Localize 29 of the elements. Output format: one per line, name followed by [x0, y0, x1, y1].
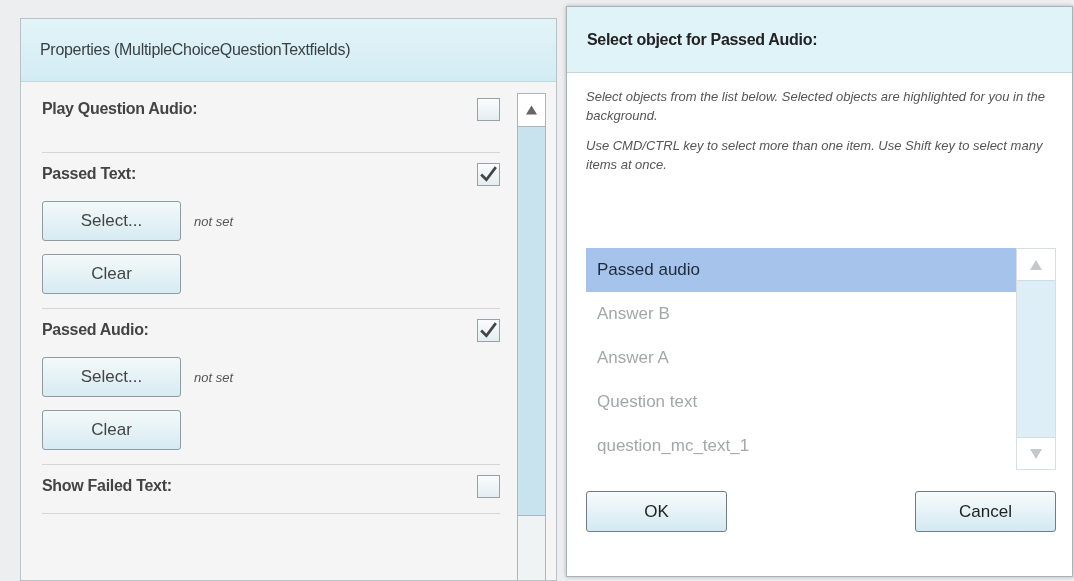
clear-button[interactable]: Clear: [42, 410, 181, 450]
scroll-down-icon: [1030, 448, 1042, 459]
checkbox[interactable]: [477, 318, 500, 342]
property-label: Passed Audio:: [42, 321, 149, 339]
cancel-button[interactable]: Cancel: [915, 491, 1056, 532]
scroll-up-icon: [1030, 259, 1042, 270]
list-item[interactable]: Passed audio: [586, 248, 1016, 292]
scrollbar[interactable]: [517, 93, 546, 580]
panel-title: Properties (MultipleChoiceQuestionTextfields): [40, 41, 351, 59]
scroll-up-icon: [526, 105, 537, 115]
checkbox[interactable]: [477, 97, 500, 121]
select-button[interactable]: Select...: [42, 201, 181, 241]
dialog-title: Select object for Passed Audio:: [587, 30, 818, 49]
clear-button[interactable]: Clear: [42, 254, 181, 294]
ok-button[interactable]: OK: [586, 491, 727, 532]
instruction-text: Use CMD/CTRL key to select more than one item. Use Shift key to select many items at once.: [586, 137, 1044, 174]
property-label: Play Question Audio:: [42, 100, 198, 118]
object-value: not set: [194, 369, 234, 385]
instruction-text: Select objects from the list below. Selected objects are highlighted for you in the background.: [586, 88, 1046, 125]
property-label: Passed Text:: [42, 165, 136, 183]
scroll-thumb[interactable]: [518, 127, 545, 516]
property-label: Show Failed Text:: [42, 477, 172, 495]
scroll-thumb[interactable]: [1017, 280, 1055, 438]
checkbox[interactable]: [477, 162, 500, 186]
checkbox[interactable]: [477, 474, 500, 498]
scroll-up-button[interactable]: [518, 94, 545, 127]
object-value: not set: [194, 213, 234, 229]
select-button[interactable]: Select...: [42, 357, 181, 397]
scrollbar[interactable]: [1016, 248, 1056, 470]
